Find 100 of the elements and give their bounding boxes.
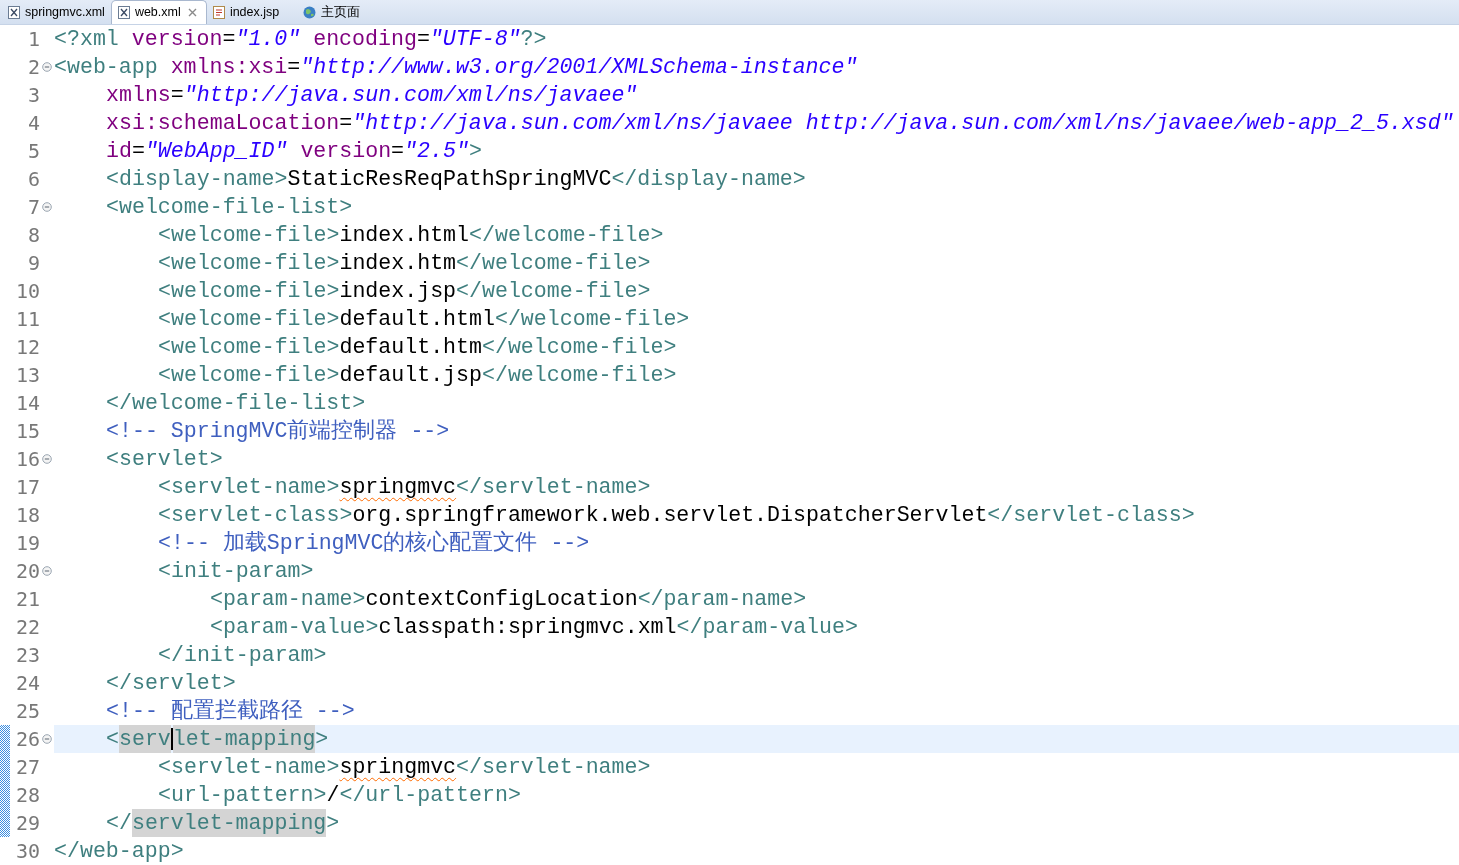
line-number: 16 — [14, 446, 40, 473]
tab-label: 主页面 — [320, 3, 360, 21]
attribute-value: "http://java.sun.com/xml/ns/javaee http://java.sun.com/xml/ns/javaee/web-app_2_5.xsd" — [352, 110, 1454, 137]
tag-markup: </welcome-file> — [469, 222, 664, 249]
tag-markup: > — [326, 810, 340, 837]
attribute-name: xsi:schemaLocation — [106, 110, 340, 137]
tag-markup: < — [106, 726, 119, 753]
line-number: 19 — [14, 530, 40, 557]
document-icon — [212, 5, 225, 19]
tag-markup: <servlet-name> — [158, 754, 340, 781]
tag-markup: </param-name> — [637, 586, 807, 613]
line-number: 20 — [14, 558, 40, 585]
line-number: 22 — [14, 614, 40, 641]
element-text: index.jsp — [339, 278, 457, 305]
line-number: 28 — [14, 782, 40, 809]
tag-markup: <?xml — [54, 26, 119, 53]
editor-tab[interactable]: index.jsp — [206, 0, 297, 24]
line-number: 7 — [26, 194, 40, 221]
line-number: 14 — [14, 390, 40, 417]
tag-markup: </servlet-name> — [456, 474, 651, 501]
tag-markup: </param-value> — [676, 614, 858, 641]
attribute-value: "WebApp_ID" — [144, 138, 288, 165]
tag-markup: </web-app> — [54, 838, 184, 865]
line-number: 1 — [26, 26, 40, 53]
tag-markup: <display-name> — [106, 166, 288, 193]
tag-markup: </welcome-file> — [481, 334, 677, 361]
tag-markup: <servlet-name> — [158, 474, 340, 501]
collapse-icon[interactable] — [42, 202, 52, 212]
tag-markup: <welcome-file-list> — [106, 194, 353, 221]
xml-file-icon — [8, 5, 20, 19]
line-number: 17 — [14, 474, 40, 501]
tag-markup: </servlet> — [106, 670, 236, 697]
element-text: / — [326, 782, 340, 809]
tag-markup: </welcome-file> — [456, 250, 651, 277]
attribute-value: "1.0" — [235, 26, 301, 53]
equals-sign: = — [391, 138, 405, 165]
highlighted-tag-name: let-mapping — [172, 725, 316, 753]
tag-markup: </display-name> — [611, 166, 806, 193]
line-number: 10 — [14, 278, 40, 305]
element-text: default.jsp — [339, 362, 482, 389]
line-number: 21 — [14, 586, 40, 613]
line-number: 6 — [26, 166, 40, 193]
tag-markup: > — [315, 726, 329, 753]
highlighted-tag-name: servlet-mapping — [131, 809, 327, 837]
tag-markup: <url-pattern> — [158, 782, 327, 809]
tag-markup: <init-param> — [158, 558, 314, 585]
tag-markup: <servlet-class> — [158, 502, 353, 529]
attribute-value: "http://java.sun.com/xml/ns/javaee" — [183, 82, 638, 109]
tag-markup: <web-app — [54, 54, 158, 81]
line-number: 18 — [14, 502, 40, 529]
highlighted-tag-name: serv — [118, 725, 171, 753]
tab-label: springmvc.xml — [25, 3, 105, 21]
line-number: 15 — [14, 418, 40, 445]
comment: <!-- 配置拦截路径 --> — [106, 698, 355, 725]
equals-sign: = — [170, 82, 184, 109]
element-text: index.htm — [339, 250, 457, 277]
line-number: 2 — [26, 54, 40, 81]
attribute-name: version — [130, 26, 223, 53]
element-text: contextConfigLocation — [365, 586, 638, 613]
editor-tab[interactable]: 主页面 — [296, 0, 387, 24]
tag-markup: </servlet-name> — [456, 754, 651, 781]
misspelled-text: springmvc — [339, 474, 457, 501]
element-text: StaticResReqPathSpringMVC — [287, 166, 612, 193]
editor-tab[interactable]: springmvc.xml — [2, 0, 111, 24]
tag-markup: <welcome-file> — [158, 334, 340, 361]
tag-markup: </welcome-file> — [456, 278, 651, 305]
attribute-value: "UTF-8" — [429, 26, 521, 53]
tag-markup: > — [468, 138, 482, 165]
line-number: 29 — [14, 810, 40, 837]
comment: <!-- SpringMVC前端控制器 --> — [106, 418, 450, 445]
tag-markup: </ — [106, 810, 132, 837]
line-number: 12 — [14, 334, 40, 361]
line-number: 9 — [26, 250, 40, 277]
globe-icon — [302, 5, 316, 19]
tag-markup: <welcome-file> — [158, 222, 340, 249]
close-icon[interactable] — [187, 8, 197, 17]
tag-markup: <welcome-file> — [158, 250, 340, 277]
element-text: default.htm — [339, 334, 482, 361]
element-text: classpath:springmvc.xml — [378, 614, 677, 641]
tag-markup: <welcome-file> — [158, 306, 340, 333]
tag-markup: <param-name> — [210, 586, 366, 613]
tab-label: web.xml — [134, 4, 181, 22]
line-number: 27 — [14, 754, 40, 781]
element-text: org.springframework.web.servlet.DispatcherServlet — [352, 502, 988, 529]
collapse-icon[interactable] — [42, 62, 52, 72]
collapse-icon[interactable] — [42, 454, 52, 464]
editor-tab[interactable]: web.xml — [110, 0, 207, 24]
line-number: 11 — [14, 306, 40, 333]
equals-sign: = — [416, 26, 430, 53]
element-text: index.html — [339, 222, 469, 249]
tag-markup: </welcome-file> — [494, 306, 690, 333]
attribute-value: "http://www.w3.org/2001/XMLSchema-instance" — [300, 54, 858, 81]
attribute-name: encoding — [312, 26, 417, 53]
line-number: 23 — [14, 642, 40, 669]
tag-markup: <welcome-file> — [158, 362, 340, 389]
line-number: 3 — [26, 82, 40, 109]
collapse-icon[interactable] — [42, 566, 52, 576]
misspelled-text: springmvc — [339, 754, 457, 781]
attribute-name: xmlns:xsi — [169, 54, 288, 81]
collapse-icon[interactable] — [42, 734, 52, 744]
